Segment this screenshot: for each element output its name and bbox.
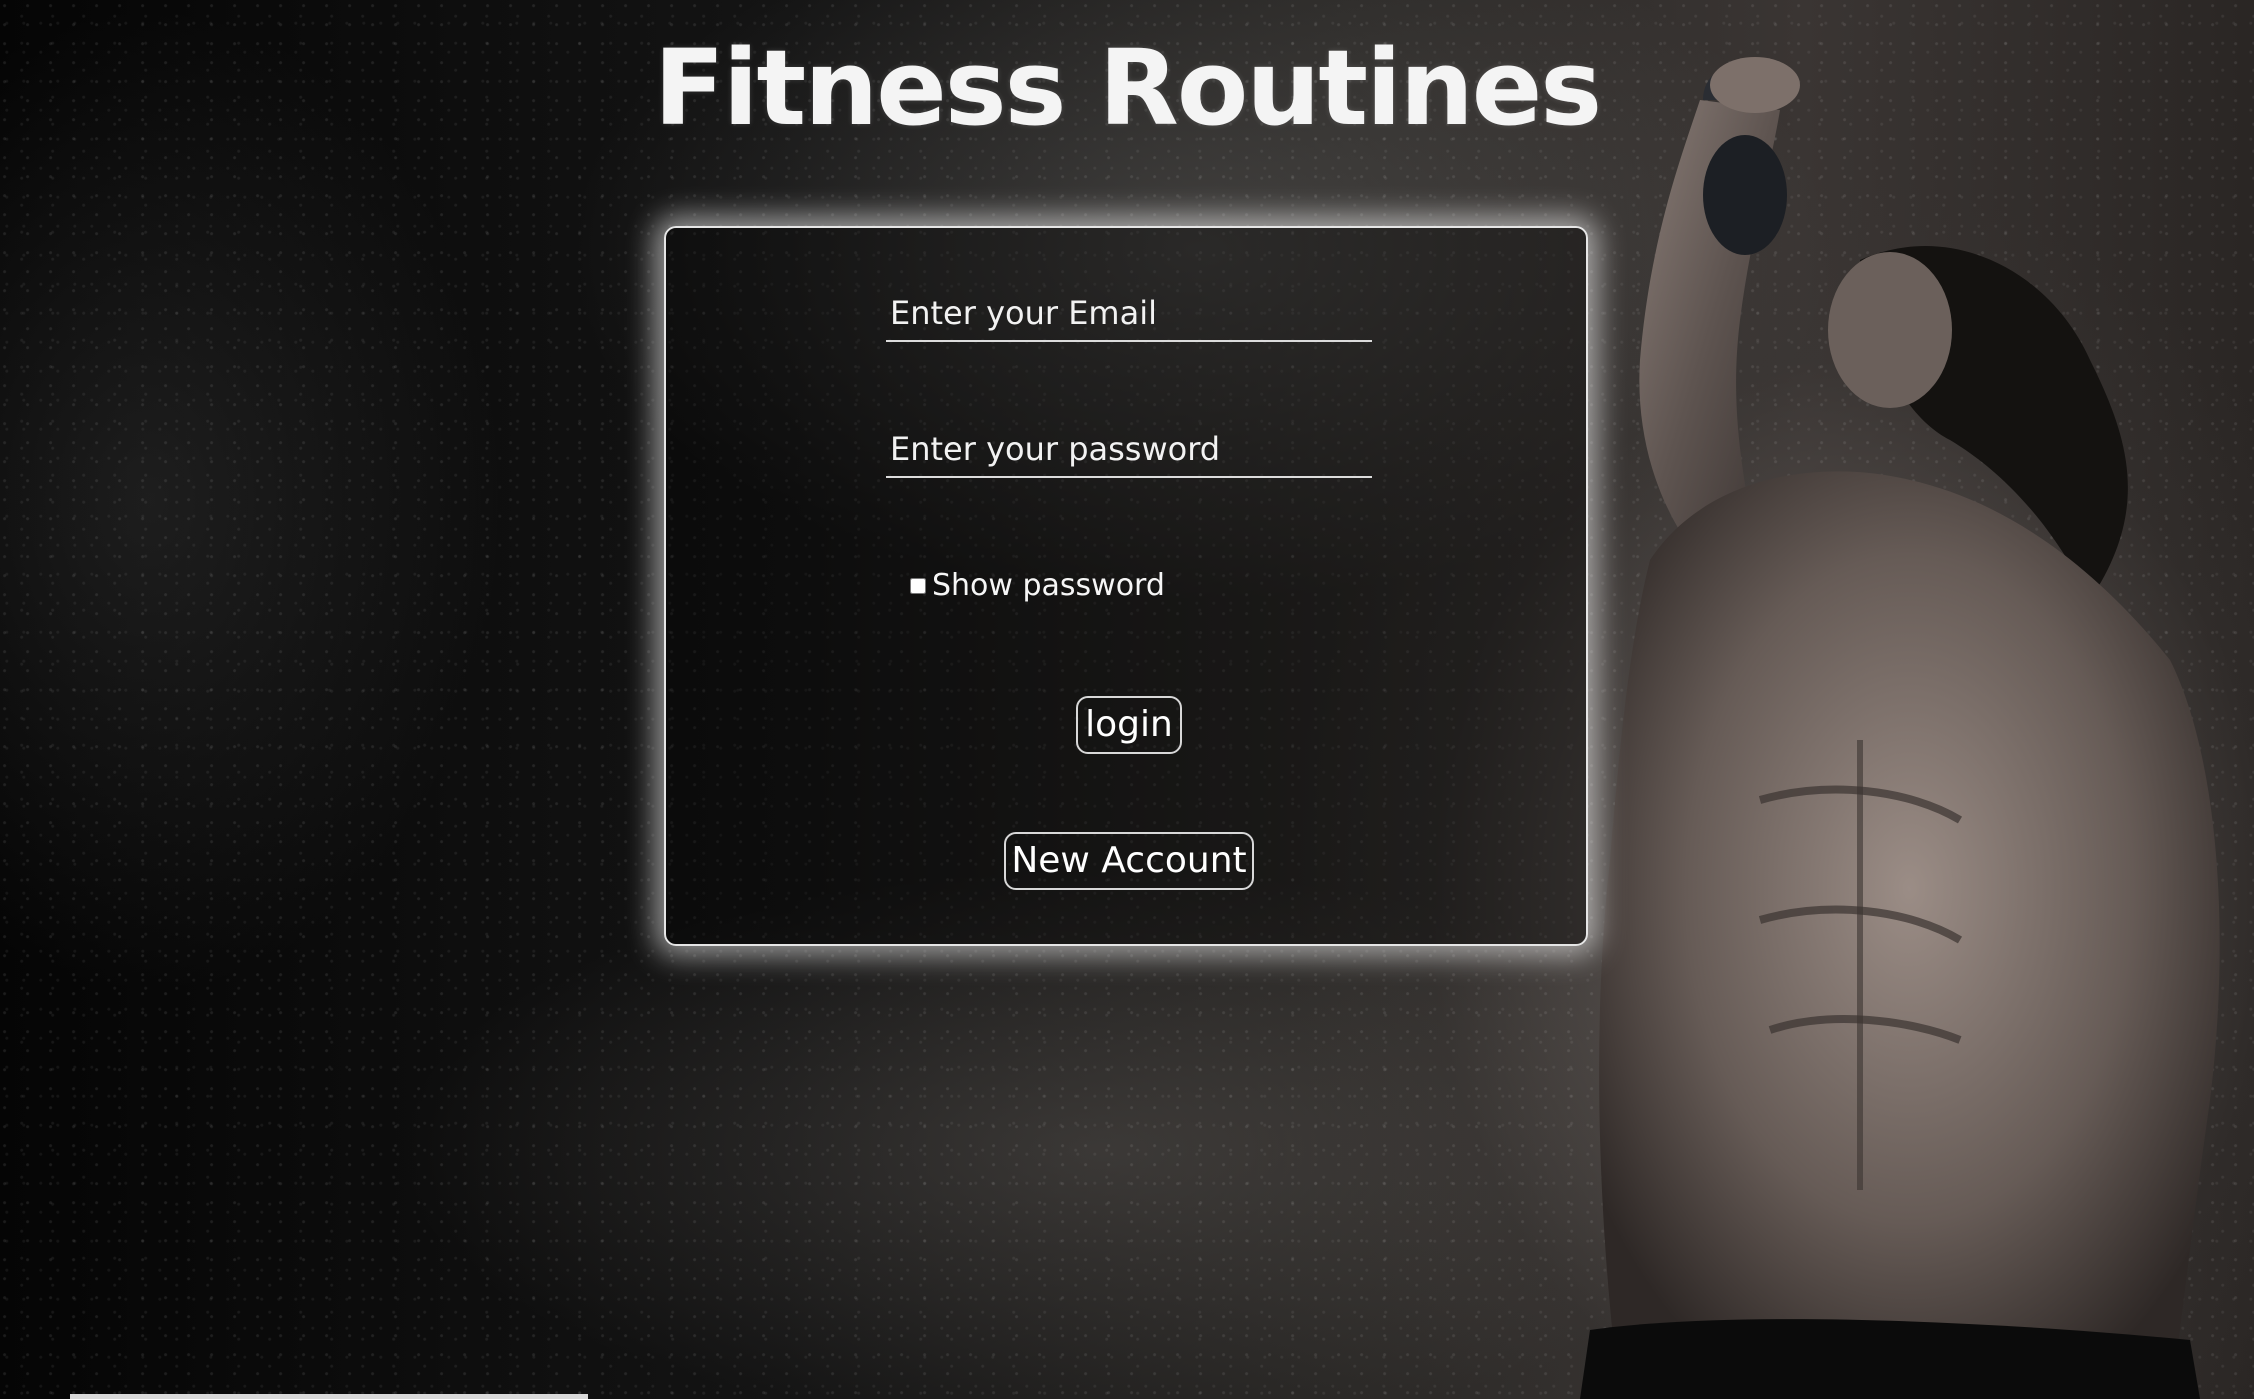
page-title: Fitness Routines [653, 27, 1602, 149]
login-card: Show password login New Account [664, 226, 1588, 946]
athlete-with-kettlebell-photo [1580, 57, 2220, 1399]
new-account-button[interactable]: New Account [1004, 832, 1254, 890]
login-page: Fitness Routines Show password login New… [0, 0, 2254, 1399]
horizontal-scrollbar[interactable] [70, 1394, 588, 1399]
show-password-row[interactable]: Show password [910, 568, 1165, 603]
login-button[interactable]: login [1076, 696, 1182, 754]
password-field[interactable] [886, 422, 1372, 478]
show-password-label: Show password [932, 568, 1165, 603]
email-field[interactable] [886, 286, 1372, 342]
show-password-checkbox[interactable] [910, 577, 926, 594]
